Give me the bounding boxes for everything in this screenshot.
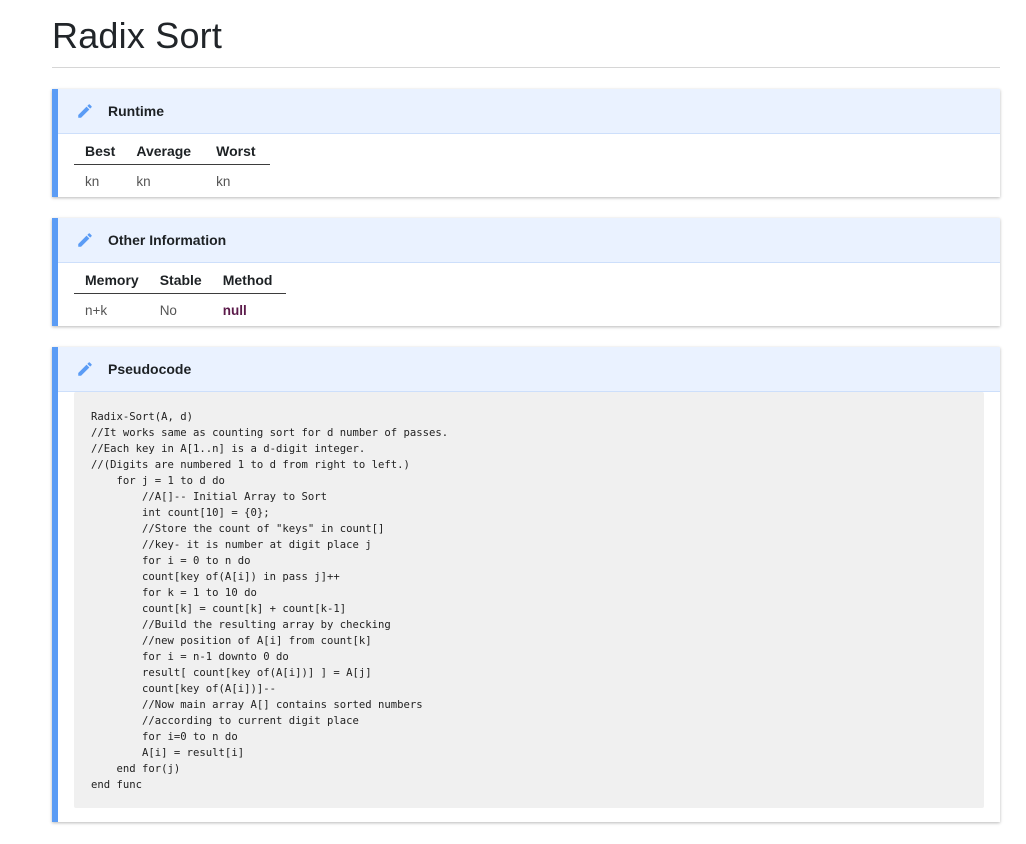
pseudocode-card-header: Pseudocode — [58, 347, 1000, 392]
table-header-row: Best Average Worst — [74, 140, 270, 165]
table-row: kn kn kn — [74, 165, 270, 194]
runtime-card: Runtime Best Average Worst kn kn kn — [52, 89, 1000, 197]
method-value: null — [222, 303, 247, 318]
other-info-table: Memory Stable Method n+k No null — [74, 269, 287, 323]
other-header-stable: Stable — [148, 269, 212, 294]
page-title: Radix Sort — [52, 15, 223, 56]
pseudocode-card: Pseudocode Radix-Sort(A, d) //It works s… — [52, 347, 1000, 822]
other-info-card-header: Other Information — [58, 218, 1000, 263]
pencil-icon — [76, 102, 94, 120]
runtime-average-value: kn — [136, 174, 151, 189]
pseudocode-text: Radix-Sort(A, d) //It works same as coun… — [91, 411, 449, 791]
pseudocode-block: Radix-Sort(A, d) //It works same as coun… — [74, 392, 984, 808]
stable-value: No — [159, 303, 177, 318]
runtime-best-value: kn — [85, 174, 100, 189]
other-header-method: Method — [211, 269, 287, 294]
pseudocode-card-title: Pseudocode — [108, 361, 192, 377]
runtime-table: Best Average Worst kn kn kn — [74, 140, 270, 193]
title-divider — [52, 67, 1000, 68]
runtime-card-title: Runtime — [108, 103, 164, 119]
runtime-worst-value: kn — [216, 174, 231, 189]
table-header-row: Memory Stable Method — [74, 269, 287, 294]
pencil-icon — [76, 231, 94, 249]
pencil-icon — [76, 360, 94, 378]
runtime-header-best: Best — [74, 140, 126, 165]
other-info-card: Other Information Memory Stable Method n… — [52, 218, 1000, 326]
runtime-header-worst: Worst — [205, 140, 270, 165]
other-info-card-title: Other Information — [108, 232, 227, 248]
runtime-header-average: Average — [125, 140, 206, 165]
other-header-memory: Memory — [74, 269, 149, 294]
table-row: n+k No null — [74, 294, 286, 323]
runtime-card-header: Runtime — [58, 89, 1000, 134]
memory-value: n+k — [85, 303, 108, 318]
